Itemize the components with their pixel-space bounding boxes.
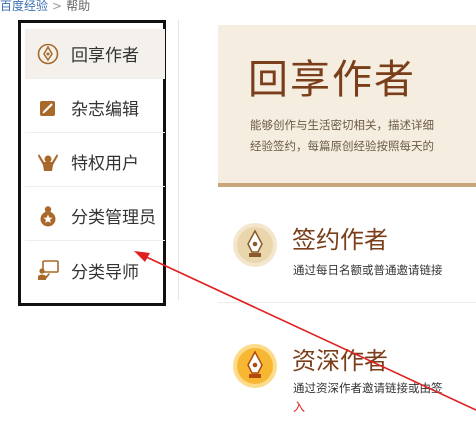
sidebar-item-category-admin[interactable]: 分类管理员 [25, 191, 165, 241]
sidebar-item-label: 回享作者 [71, 46, 139, 66]
hero-desc-line: 能够创作与生活密切相关，描述详细 [250, 118, 434, 132]
breadcrumb-home-link[interactable]: 百度经验 [0, 0, 48, 13]
breadcrumb-separator: > [52, 0, 63, 13]
breadcrumb: 百度经验 > 帮助 [0, 0, 90, 14]
edit-icon [37, 97, 59, 119]
sidebar-item-magazine-editor[interactable]: 杂志编辑 [25, 83, 165, 133]
annotation-text: 入 [293, 400, 306, 414]
hero-description: 能够创作与生活密切相关，描述详细 经验签约，每篇原创经验按照每天的 [250, 115, 434, 157]
section-divider [218, 302, 476, 303]
sidebar-border [178, 20, 179, 300]
sidebar-item-share-author[interactable]: 回享作者 [25, 29, 165, 79]
sidebar-item-label: 分类管理员 [71, 208, 156, 228]
sidebar-item-label: 杂志编辑 [71, 100, 139, 120]
sidebar-item-label: 特权用户 [71, 154, 139, 174]
breadcrumb-current: 帮助 [66, 0, 91, 13]
teacher-icon [37, 259, 59, 281]
hero-title: 回享作者 [248, 57, 416, 103]
section-description: 通过资深作者邀请链接或由签 [293, 381, 443, 395]
raised-arms-user-icon [37, 151, 59, 173]
sidebar: 回享作者 杂志编辑 特权用户 分类管理员 分类导师 [18, 20, 166, 306]
section-title: 签约作者 [292, 226, 388, 254]
sidebar-item-privileged-user[interactable]: 特权用户 [25, 137, 165, 187]
pen-nib-icon [232, 222, 278, 268]
hero-banner: 回享作者 能够创作与生活密切相关，描述详细 经验签约，每篇原创经验按照每天的 [218, 25, 476, 187]
hero-desc-line: 经验签约，每篇原创经验按照每天的 [250, 139, 434, 153]
section-title: 资深作者 [292, 347, 388, 375]
sidebar-item-category-mentor[interactable]: 分类导师 [25, 245, 165, 295]
pen-nib-icon [37, 43, 59, 65]
pen-nib-icon [232, 343, 278, 389]
sidebar-item-label: 分类导师 [71, 262, 139, 283]
section-description: 通过每日名额或普通邀请链接 [293, 263, 443, 277]
star-user-icon [37, 205, 59, 227]
